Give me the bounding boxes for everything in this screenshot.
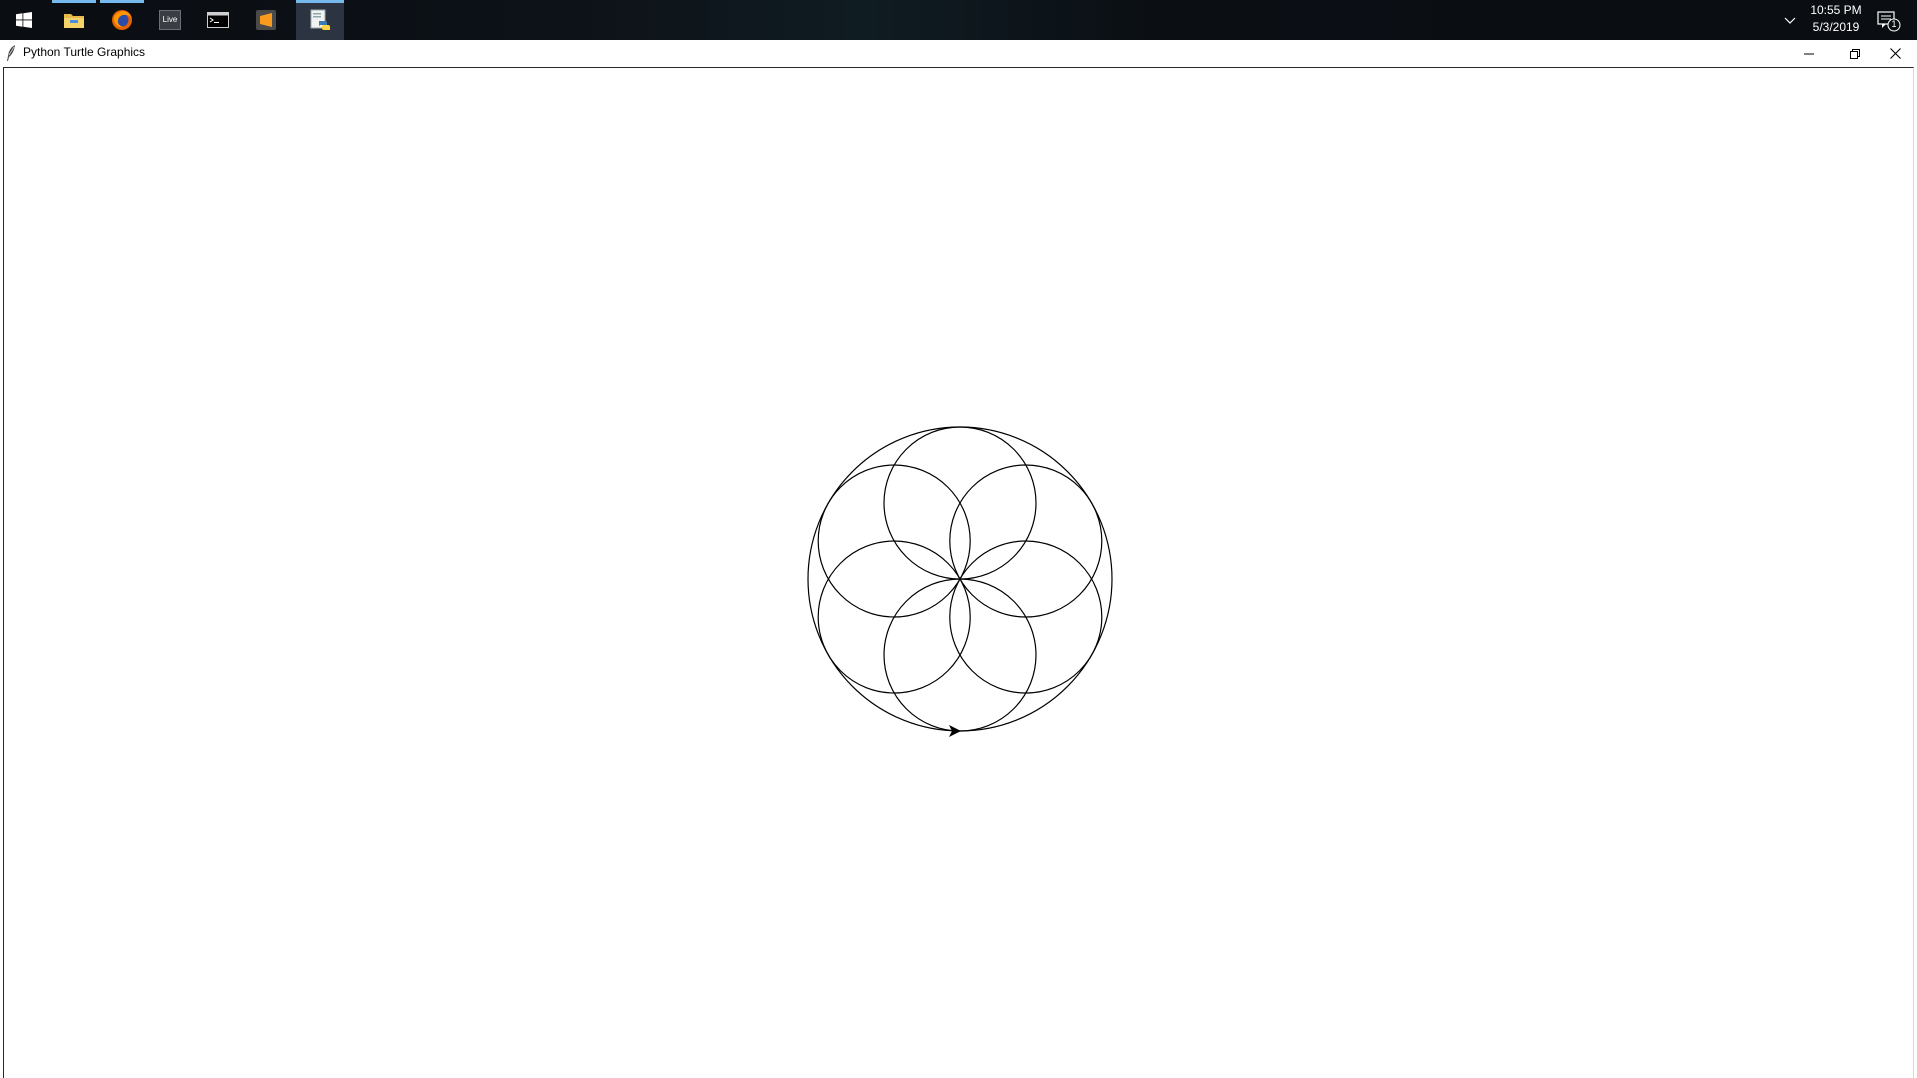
python-turtle-icon xyxy=(310,9,330,30)
close-button[interactable] xyxy=(1872,40,1917,67)
taskbar-firefox[interactable] xyxy=(98,0,146,40)
taskbar-file-explorer[interactable] xyxy=(50,0,98,40)
taskbar-ableton-live[interactable]: Live xyxy=(146,0,194,40)
clock-time: 10:55 PM xyxy=(1810,3,1862,17)
file-explorer-icon xyxy=(64,14,84,28)
close-icon xyxy=(1889,48,1901,59)
taskbar-clock[interactable]: 10:55 PM 5/3/2019 xyxy=(1806,2,1866,36)
window-title: Python Turtle Graphics xyxy=(23,45,146,59)
minimize-button[interactable] xyxy=(1786,40,1832,67)
command-prompt-icon xyxy=(207,12,229,28)
tray-overflow-button[interactable] xyxy=(1780,12,1800,28)
chevron-up-icon xyxy=(1784,17,1796,24)
ableton-live-icon: Live xyxy=(159,10,181,30)
windows-logo-icon xyxy=(16,12,32,28)
minimize-icon xyxy=(1804,53,1814,54)
taskbar-command-prompt[interactable] xyxy=(194,0,242,40)
notification-count: 1 xyxy=(1891,19,1897,29)
action-center-icon xyxy=(1877,11,1901,32)
taskbar-python-turtle[interactable] xyxy=(296,0,344,40)
turtle-drawing xyxy=(807,426,1113,737)
action-center-button[interactable]: 1 xyxy=(1874,8,1904,34)
taskbar: Live 10:55 PM 5/3/2019 1 xyxy=(0,0,1917,40)
window-titlebar[interactable] xyxy=(0,40,1917,67)
feather-icon xyxy=(7,45,15,61)
sublime-text-icon xyxy=(256,10,276,30)
taskbar-sublime-text[interactable] xyxy=(242,0,290,40)
start-button[interactable] xyxy=(0,0,48,40)
firefox-icon xyxy=(112,10,132,30)
clock-date: 5/3/2019 xyxy=(1812,20,1860,34)
turtle-canvas[interactable] xyxy=(3,67,1914,1078)
restore-icon xyxy=(1850,48,1860,59)
